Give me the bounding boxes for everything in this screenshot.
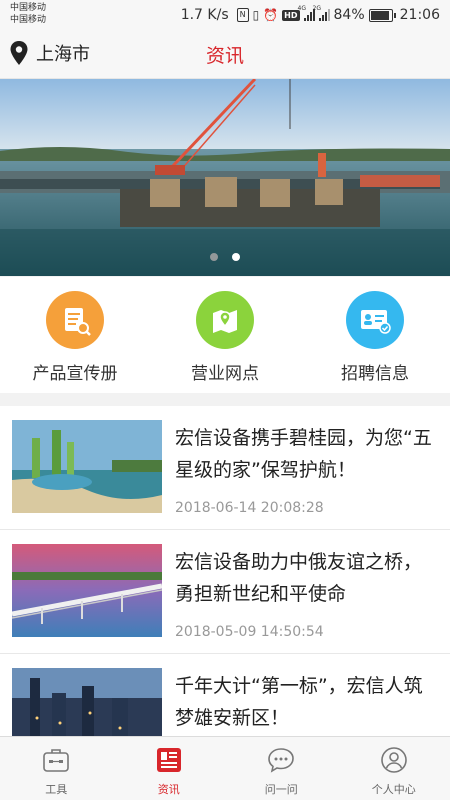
app-root: 中国移动 中国移动 1.7 K/s N ▯ ⏰ HD 4G 2G 84% 21:… <box>0 0 450 800</box>
signal-2g-icon: 2G <box>313 5 330 21</box>
quick-label-brochure: 产品宣传册 <box>32 364 118 384</box>
news-item-2[interactable]: 宏信设备助力中俄友谊之桥，勇担新世纪和平使命 2018-05-09 14:50:… <box>0 530 450 654</box>
quick-menu: 产品宣传册 营业网点 招聘信息 <box>0 277 450 393</box>
alarm-icon: ⏰ <box>263 8 279 22</box>
tab-label-ask: 问一问 <box>264 783 298 796</box>
quick-item-branches[interactable]: 营业网点 <box>150 277 300 393</box>
news-title-3: 千年大计“第一标”，宏信人筑梦雄安新区！ <box>175 675 423 729</box>
carousel-dot-1[interactable] <box>210 253 218 261</box>
status-icons: 1.7 K/s N ▯ ⏰ HD 4G 2G 84% 21:06 <box>180 5 440 24</box>
quick-label-branches: 营业网点 <box>191 364 259 384</box>
news-thumbnail-1 <box>12 420 162 513</box>
clock: 21:06 <box>399 7 440 23</box>
news-item-1[interactable]: 宏信设备携手碧桂园，为您“五星级的家”保驾护航！ 2018-06-14 20:0… <box>0 406 450 530</box>
bottom-tab-bar: 工具 资讯 问一问 个人中心 <box>0 736 450 800</box>
news-item-3[interactable]: 千年大计“第一标”，宏信人筑梦雄安新区！ <box>0 654 450 736</box>
news-title-1: 宏信设备携手碧桂园，为您“五星级的家”保驾护航！ <box>175 427 432 481</box>
news-thumbnail-2 <box>12 544 162 637</box>
tab-label-tools: 工具 <box>45 783 68 796</box>
page-title: 资讯 <box>205 45 244 67</box>
carrier-info: 中国移动 中国移动 <box>10 2 46 26</box>
brochure-icon <box>46 291 104 349</box>
banner-image <box>0 79 450 276</box>
app-header: 上海市 资讯 <box>0 30 450 79</box>
user-icon <box>379 745 409 775</box>
banner-carousel[interactable] <box>0 79 450 276</box>
chat-icon <box>266 745 296 775</box>
quick-label-jobs: 招聘信息 <box>341 364 409 384</box>
news-list: 宏信设备携手碧桂园，为您“五星级的家”保驾护航！ 2018-06-14 20:0… <box>0 406 450 736</box>
carrier-2: 中国移动 <box>10 15 47 25</box>
signal-2g-label: 2G <box>312 5 321 12</box>
vibrate-icon: ▯ <box>252 8 260 22</box>
battery-percent: 84% <box>333 7 365 23</box>
carousel-indicators <box>0 253 450 261</box>
news-thumbnail-3 <box>12 668 162 736</box>
toolbox-icon <box>41 745 71 775</box>
tab-label-profile: 个人中心 <box>371 783 416 796</box>
carousel-dot-2[interactable] <box>232 253 240 261</box>
id-card-icon <box>346 291 404 349</box>
tab-tools[interactable]: 工具 <box>0 737 113 800</box>
signal-4g-label: 4G <box>297 5 306 12</box>
status-bar: 中国移动 中国移动 1.7 K/s N ▯ ⏰ HD 4G 2G 84% 21:… <box>0 0 450 30</box>
map-icon <box>196 291 254 349</box>
news-date-1: 2018-06-14 20:08:28 <box>175 500 324 516</box>
quick-item-brochure[interactable]: 产品宣传册 <box>0 277 150 393</box>
tab-news[interactable]: 资讯 <box>113 737 226 800</box>
battery-icon <box>368 8 396 22</box>
tab-profile[interactable]: 个人中心 <box>338 737 450 800</box>
network-speed: 1.7 K/s <box>180 7 229 23</box>
newspaper-icon <box>154 745 184 775</box>
tab-label-news: 资讯 <box>157 783 180 796</box>
quick-item-jobs[interactable]: 招聘信息 <box>300 277 450 393</box>
news-date-2: 2018-05-09 14:50:54 <box>175 624 324 640</box>
tab-ask[interactable]: 问一问 <box>225 737 338 800</box>
nfc-icon: N <box>236 8 249 22</box>
carrier-1: 中国移动 <box>10 3 47 13</box>
news-title-2: 宏信设备助力中俄友谊之桥，勇担新世纪和平使命 <box>175 551 423 605</box>
